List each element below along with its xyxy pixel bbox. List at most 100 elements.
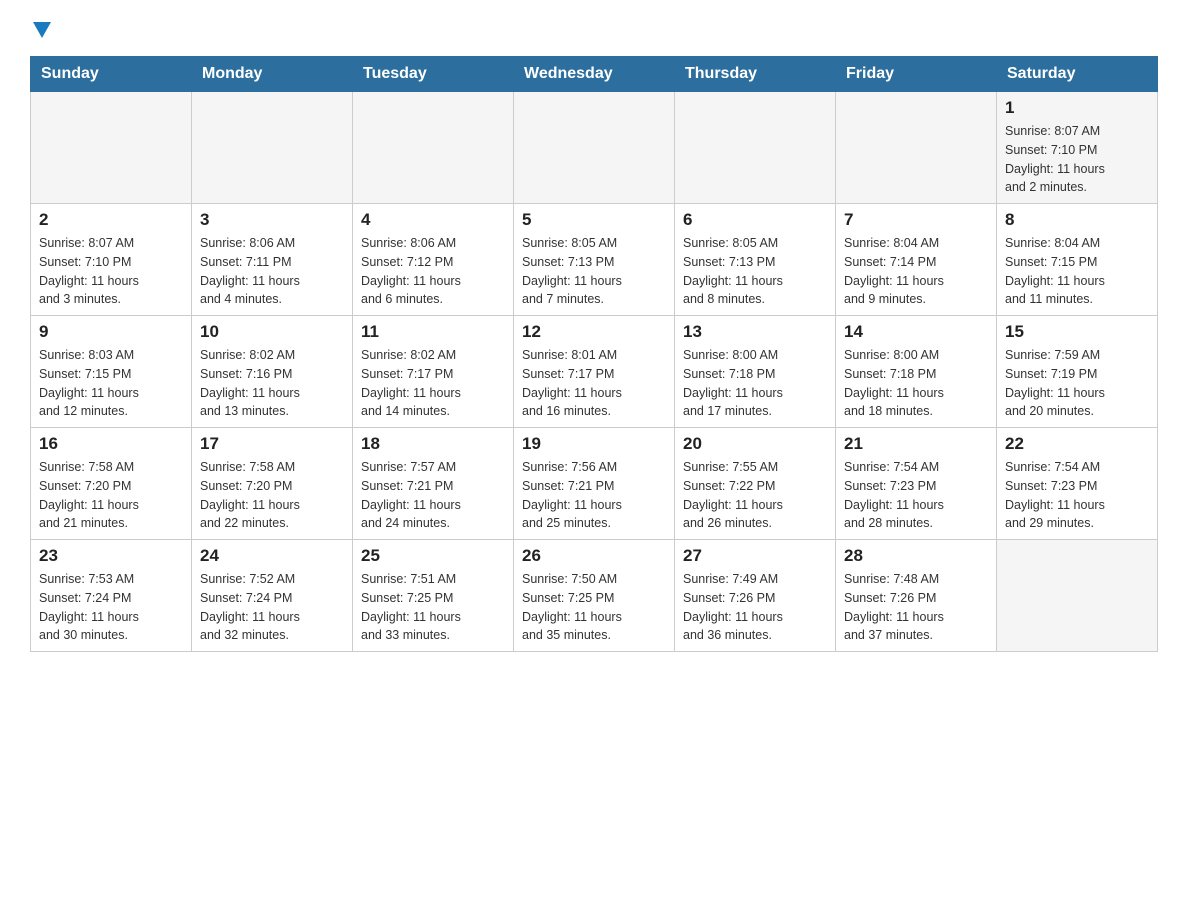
logo-triangle-icon bbox=[33, 22, 51, 38]
day-number: 1 bbox=[1005, 98, 1149, 118]
day-number: 24 bbox=[200, 546, 344, 566]
calendar-cell bbox=[836, 92, 997, 204]
day-info: Sunrise: 7:51 AM Sunset: 7:25 PM Dayligh… bbox=[361, 570, 505, 645]
day-number: 19 bbox=[522, 434, 666, 454]
calendar-cell: 20 Sunrise: 7:55 AM Sunset: 7:22 PM Dayli… bbox=[675, 428, 836, 540]
day-number: 3 bbox=[200, 210, 344, 230]
calendar-cell: 2 Sunrise: 8:07 AM Sunset: 7:10 PM Daylig… bbox=[31, 204, 192, 316]
page-header bbox=[30, 20, 1158, 36]
calendar-week-1: 1 Sunrise: 8:07 AM Sunset: 7:10 PM Daylig… bbox=[31, 92, 1158, 204]
calendar-cell: 10Sunrise: 8:02 AM Sunset: 7:16 PM Dayli… bbox=[192, 316, 353, 428]
calendar-cell: 14 Sunrise: 8:00 AM Sunset: 7:18 PM Dayli… bbox=[836, 316, 997, 428]
day-number: 17 bbox=[200, 434, 344, 454]
day-number: 7 bbox=[844, 210, 988, 230]
day-number: 8 bbox=[1005, 210, 1149, 230]
calendar-cell bbox=[353, 92, 514, 204]
calendar-cell: 19 Sunrise: 7:56 AM Sunset: 7:21 PM Dayli… bbox=[514, 428, 675, 540]
day-number: 20 bbox=[683, 434, 827, 454]
day-info: Sunrise: 8:04 AM Sunset: 7:14 PM Dayligh… bbox=[844, 234, 988, 309]
day-info: Sunrise: 8:03 AM Sunset: 7:15 PM Dayligh… bbox=[39, 346, 183, 421]
day-info: Sunrise: 7:54 AM Sunset: 7:23 PM Dayligh… bbox=[844, 458, 988, 533]
day-info: Sunrise: 8:01 AM Sunset: 7:17 PM Dayligh… bbox=[522, 346, 666, 421]
day-number: 5 bbox=[522, 210, 666, 230]
calendar-cell: 21 Sunrise: 7:54 AM Sunset: 7:23 PM Dayli… bbox=[836, 428, 997, 540]
calendar-cell bbox=[997, 540, 1158, 652]
day-info: Sunrise: 8:06 AM Sunset: 7:12 PM Dayligh… bbox=[361, 234, 505, 309]
day-info: Sunrise: 8:02 AM Sunset: 7:17 PM Dayligh… bbox=[361, 346, 505, 421]
calendar-cell bbox=[192, 92, 353, 204]
day-number: 25 bbox=[361, 546, 505, 566]
calendar-cell bbox=[675, 92, 836, 204]
calendar-cell: 24 Sunrise: 7:52 AM Sunset: 7:24 PM Dayli… bbox=[192, 540, 353, 652]
calendar-cell: 1 Sunrise: 8:07 AM Sunset: 7:10 PM Daylig… bbox=[997, 92, 1158, 204]
day-info: Sunrise: 7:52 AM Sunset: 7:24 PM Dayligh… bbox=[200, 570, 344, 645]
day-number: 23 bbox=[39, 546, 183, 566]
day-number: 13 bbox=[683, 322, 827, 342]
day-info: Sunrise: 7:58 AM Sunset: 7:20 PM Dayligh… bbox=[200, 458, 344, 533]
calendar-cell: 22 Sunrise: 7:54 AM Sunset: 7:23 PM Dayli… bbox=[997, 428, 1158, 540]
day-number: 4 bbox=[361, 210, 505, 230]
calendar-cell: 7 Sunrise: 8:04 AM Sunset: 7:14 PM Daylig… bbox=[836, 204, 997, 316]
logo bbox=[30, 20, 51, 36]
day-info: Sunrise: 8:00 AM Sunset: 7:18 PM Dayligh… bbox=[844, 346, 988, 421]
day-number: 2 bbox=[39, 210, 183, 230]
day-info: Sunrise: 7:50 AM Sunset: 7:25 PM Dayligh… bbox=[522, 570, 666, 645]
day-number: 11 bbox=[361, 322, 505, 342]
day-number: 6 bbox=[683, 210, 827, 230]
calendar-cell: 9 Sunrise: 8:03 AM Sunset: 7:15 PM Daylig… bbox=[31, 316, 192, 428]
day-info: Sunrise: 7:55 AM Sunset: 7:22 PM Dayligh… bbox=[683, 458, 827, 533]
calendar-cell: 27 Sunrise: 7:49 AM Sunset: 7:26 PM Dayli… bbox=[675, 540, 836, 652]
day-number: 22 bbox=[1005, 434, 1149, 454]
day-info: Sunrise: 8:07 AM Sunset: 7:10 PM Dayligh… bbox=[39, 234, 183, 309]
day-number: 18 bbox=[361, 434, 505, 454]
day-info: Sunrise: 8:07 AM Sunset: 7:10 PM Dayligh… bbox=[1005, 122, 1149, 197]
day-info: Sunrise: 7:58 AM Sunset: 7:20 PM Dayligh… bbox=[39, 458, 183, 533]
calendar-cell: 15Sunrise: 7:59 AM Sunset: 7:19 PM Dayli… bbox=[997, 316, 1158, 428]
calendar-cell: 5 Sunrise: 8:05 AM Sunset: 7:13 PM Daylig… bbox=[514, 204, 675, 316]
calendar-cell: 12 Sunrise: 8:01 AM Sunset: 7:17 PM Dayli… bbox=[514, 316, 675, 428]
calendar-cell bbox=[514, 92, 675, 204]
calendar-cell: 16 Sunrise: 7:58 AM Sunset: 7:20 PM Dayli… bbox=[31, 428, 192, 540]
day-number: 12 bbox=[522, 322, 666, 342]
day-number: 27 bbox=[683, 546, 827, 566]
day-info: Sunrise: 8:05 AM Sunset: 7:13 PM Dayligh… bbox=[522, 234, 666, 309]
calendar-cell: 13Sunrise: 8:00 AM Sunset: 7:18 PM Dayli… bbox=[675, 316, 836, 428]
calendar-week-5: 23 Sunrise: 7:53 AM Sunset: 7:24 PM Dayli… bbox=[31, 540, 1158, 652]
weekday-header-wednesday: Wednesday bbox=[514, 57, 675, 92]
calendar-cell: 25 Sunrise: 7:51 AM Sunset: 7:25 PM Dayli… bbox=[353, 540, 514, 652]
weekday-header-thursday: Thursday bbox=[675, 57, 836, 92]
calendar-week-3: 9 Sunrise: 8:03 AM Sunset: 7:15 PM Daylig… bbox=[31, 316, 1158, 428]
weekday-header-sunday: Sunday bbox=[31, 57, 192, 92]
calendar-cell: 28 Sunrise: 7:48 AM Sunset: 7:26 PM Dayli… bbox=[836, 540, 997, 652]
day-info: Sunrise: 7:57 AM Sunset: 7:21 PM Dayligh… bbox=[361, 458, 505, 533]
day-number: 28 bbox=[844, 546, 988, 566]
day-info: Sunrise: 7:54 AM Sunset: 7:23 PM Dayligh… bbox=[1005, 458, 1149, 533]
day-info: Sunrise: 7:59 AM Sunset: 7:19 PM Dayligh… bbox=[1005, 346, 1149, 421]
calendar-cell: 4 Sunrise: 8:06 AM Sunset: 7:12 PM Daylig… bbox=[353, 204, 514, 316]
calendar-cell: 6 Sunrise: 8:05 AM Sunset: 7:13 PM Daylig… bbox=[675, 204, 836, 316]
day-info: Sunrise: 7:48 AM Sunset: 7:26 PM Dayligh… bbox=[844, 570, 988, 645]
calendar-cell: 3 Sunrise: 8:06 AM Sunset: 7:11 PM Daylig… bbox=[192, 204, 353, 316]
weekday-header-tuesday: Tuesday bbox=[353, 57, 514, 92]
day-info: Sunrise: 7:53 AM Sunset: 7:24 PM Dayligh… bbox=[39, 570, 183, 645]
calendar-week-2: 2 Sunrise: 8:07 AM Sunset: 7:10 PM Daylig… bbox=[31, 204, 1158, 316]
day-info: Sunrise: 8:06 AM Sunset: 7:11 PM Dayligh… bbox=[200, 234, 344, 309]
day-info: Sunrise: 7:56 AM Sunset: 7:21 PM Dayligh… bbox=[522, 458, 666, 533]
calendar-cell: 8Sunrise: 8:04 AM Sunset: 7:15 PM Daylig… bbox=[997, 204, 1158, 316]
day-info: Sunrise: 7:49 AM Sunset: 7:26 PM Dayligh… bbox=[683, 570, 827, 645]
day-number: 14 bbox=[844, 322, 988, 342]
day-number: 9 bbox=[39, 322, 183, 342]
calendar-cell: 17 Sunrise: 7:58 AM Sunset: 7:20 PM Dayli… bbox=[192, 428, 353, 540]
calendar-week-4: 16 Sunrise: 7:58 AM Sunset: 7:20 PM Dayli… bbox=[31, 428, 1158, 540]
calendar-cell: 11 Sunrise: 8:02 AM Sunset: 7:17 PM Dayli… bbox=[353, 316, 514, 428]
day-number: 16 bbox=[39, 434, 183, 454]
day-info: Sunrise: 8:05 AM Sunset: 7:13 PM Dayligh… bbox=[683, 234, 827, 309]
weekday-header-saturday: Saturday bbox=[997, 57, 1158, 92]
weekday-header-friday: Friday bbox=[836, 57, 997, 92]
calendar-cell: 23 Sunrise: 7:53 AM Sunset: 7:24 PM Dayli… bbox=[31, 540, 192, 652]
day-number: 26 bbox=[522, 546, 666, 566]
day-number: 10 bbox=[200, 322, 344, 342]
weekday-header-monday: Monday bbox=[192, 57, 353, 92]
calendar-cell bbox=[31, 92, 192, 204]
day-number: 21 bbox=[844, 434, 988, 454]
